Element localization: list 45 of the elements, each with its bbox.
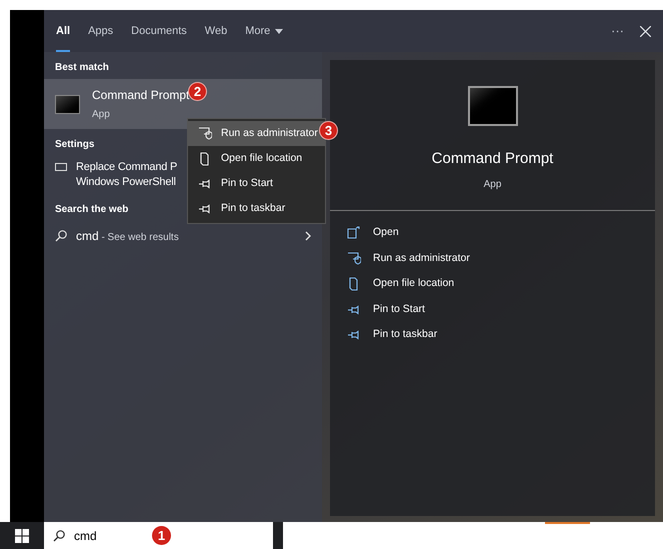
shield-window-icon bbox=[198, 126, 212, 140]
search-text: cmd bbox=[74, 528, 97, 544]
tab[interactable]: Web bbox=[204, 10, 228, 52]
result-item[interactable]: cmd - See web results bbox=[44, 221, 322, 251]
step-badge: 3 bbox=[319, 121, 338, 140]
app-title: Command Prompt bbox=[432, 149, 554, 169]
result-title: Replace Command P bbox=[76, 160, 178, 175]
windows-icon bbox=[15, 528, 29, 542]
open-window-icon bbox=[347, 226, 361, 240]
result-title: cmd - See web results bbox=[76, 228, 180, 245]
action-item[interactable]: Pin to taskbar bbox=[330, 322, 655, 348]
more-options-button[interactable]: ··· bbox=[611, 21, 624, 41]
close-icon[interactable] bbox=[640, 26, 651, 36]
action-item[interactable]: Run as administrator bbox=[330, 246, 655, 272]
display-icon bbox=[55, 163, 67, 171]
menu-item[interactable]: Pin to taskbar bbox=[188, 196, 325, 221]
terminal-icon bbox=[55, 94, 80, 114]
pin-icon bbox=[347, 302, 361, 317]
search-box[interactable]: cmd 1 bbox=[44, 522, 273, 549]
tab[interactable]: More bbox=[245, 10, 284, 52]
step-badge: 1 bbox=[152, 526, 171, 545]
terminal-icon bbox=[468, 86, 518, 126]
pin-icon bbox=[198, 176, 212, 190]
search-icon bbox=[53, 530, 65, 542]
result-subtitle: App bbox=[92, 108, 111, 122]
menu-item[interactable]: Open file location bbox=[188, 146, 325, 171]
step-badge: 2 bbox=[188, 82, 207, 101]
pin-icon bbox=[347, 328, 361, 342]
shield-window-icon bbox=[347, 252, 361, 266]
tab[interactable]: Documents bbox=[131, 10, 187, 52]
section-heading: Best match bbox=[55, 61, 109, 75]
app-subtitle: App bbox=[484, 178, 502, 192]
chevron-right-icon bbox=[305, 231, 311, 241]
pin-icon bbox=[198, 202, 212, 216]
search-icon bbox=[55, 230, 67, 242]
result-title: Windows PowerShell bbox=[76, 175, 176, 190]
action-item[interactable]: Open bbox=[330, 220, 655, 246]
section-heading: Search the web bbox=[55, 203, 128, 217]
action-item[interactable]: Pin to Start bbox=[330, 297, 655, 322]
result-title: Command Prompt bbox=[92, 87, 190, 104]
tab[interactable]: Apps bbox=[88, 10, 114, 52]
menu-item[interactable]: Run as administrator bbox=[188, 121, 325, 146]
action-item[interactable]: Open file location bbox=[330, 272, 655, 297]
menu-item[interactable]: Pin to Start bbox=[188, 171, 325, 196]
section-heading: Settings bbox=[55, 138, 94, 152]
